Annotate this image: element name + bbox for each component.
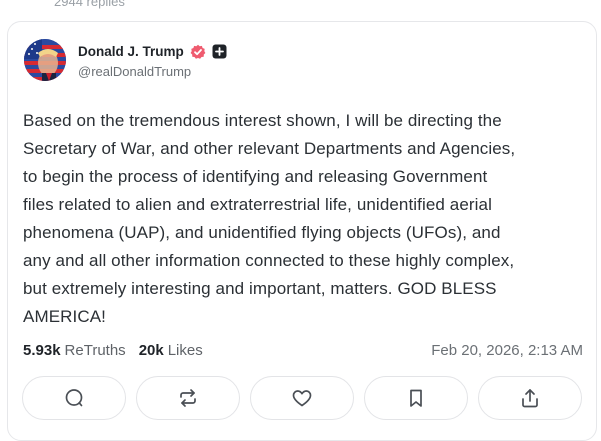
- share-button[interactable]: [478, 376, 582, 420]
- post-text-line: Secretary of War, and other relevant Dep…: [23, 139, 516, 158]
- post-text-line: Based on the tremendous interest shown, …: [23, 111, 502, 130]
- retruths-label: ReTruths: [64, 342, 126, 359]
- author-name-row: Donald J. Trump: [78, 42, 227, 62]
- reply-icon: [63, 387, 85, 409]
- retruths-stat[interactable]: 5.93k ReTruths: [23, 342, 126, 359]
- post-body-text: Based on the tremendous interest shown, …: [23, 107, 583, 331]
- verified-badge-icon: [190, 44, 206, 60]
- share-icon: [519, 387, 541, 409]
- post-text-line: any and all other information connected …: [23, 251, 515, 270]
- post-card: Donald J. Trump @realDonaldTrump Based o…: [7, 21, 597, 441]
- author-display-name[interactable]: Donald J. Trump: [78, 44, 184, 59]
- post-timestamp[interactable]: Feb 20, 2026, 2:13 AM: [431, 342, 583, 359]
- retruth-button[interactable]: [136, 376, 240, 420]
- likes-count: 20k: [138, 342, 164, 359]
- bookmark-icon: [405, 387, 427, 409]
- post-header: Donald J. Trump @realDonaldTrump: [24, 39, 227, 81]
- reply-button[interactable]: [22, 376, 126, 420]
- follow-plus-icon[interactable]: [212, 44, 227, 59]
- post-text-line: files related to alien and extraterrestr…: [23, 195, 492, 214]
- like-icon: [291, 387, 313, 409]
- retruths-count: 5.93k: [23, 342, 61, 359]
- author-handle[interactable]: @realDonaldTrump: [78, 64, 227, 79]
- post-action-bar: [22, 376, 582, 420]
- author-avatar[interactable]: [24, 39, 66, 81]
- post-text-line: AMERICA!: [23, 307, 106, 326]
- previous-post-replies-count[interactable]: 2944 replies: [54, 0, 125, 10]
- likes-stat[interactable]: 20k Likes: [139, 342, 203, 359]
- author-info: Donald J. Trump @realDonaldTrump: [78, 42, 227, 79]
- post-text-line: phenomena (UAP), and unidentified flying…: [23, 223, 501, 242]
- retruth-icon: [177, 387, 199, 409]
- post-text-line: to begin the process of identifying and …: [23, 167, 488, 186]
- post-text-line: but extremely interesting and important,…: [23, 279, 497, 298]
- likes-label: Likes: [167, 342, 203, 359]
- like-button[interactable]: [250, 376, 354, 420]
- bookmark-button[interactable]: [364, 376, 468, 420]
- post-stats-row: 5.93k ReTruths 20k Likes Feb 20, 2026, 2:1…: [23, 342, 583, 359]
